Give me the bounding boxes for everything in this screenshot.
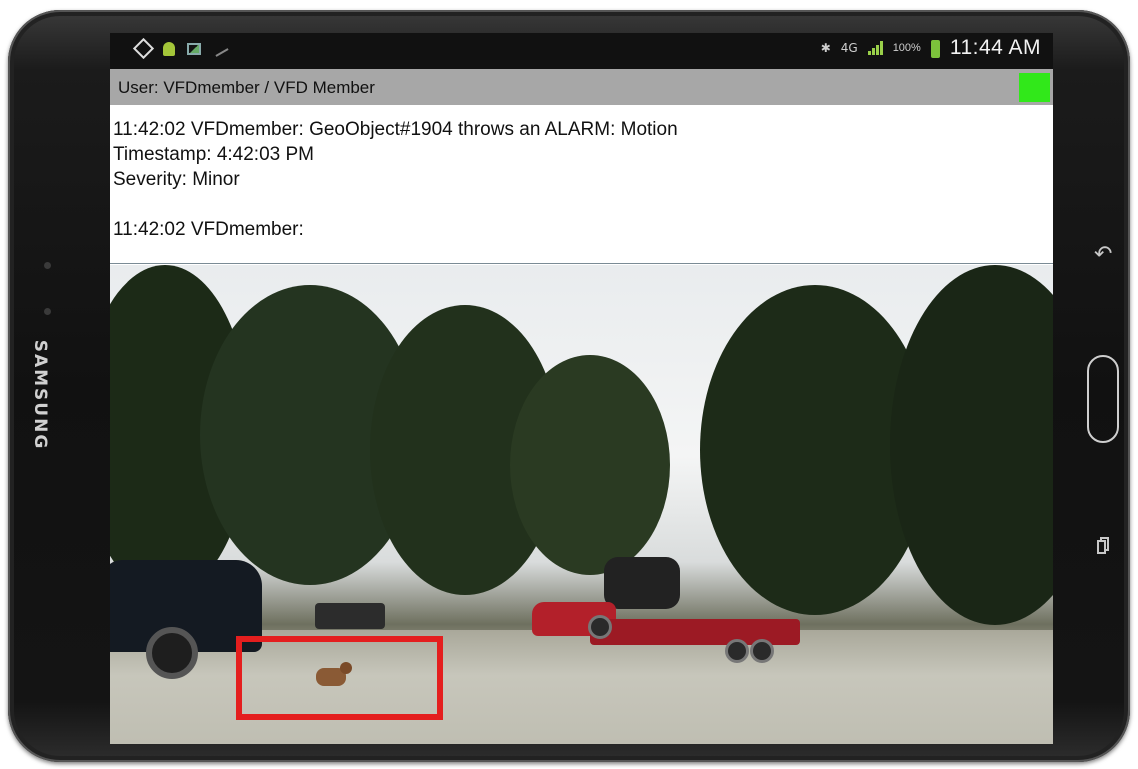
message-severity: Severity: Minor [113, 169, 240, 190]
trailer-wheel [725, 639, 749, 663]
camera-snapshot-image[interactable] [110, 265, 1053, 744]
message-line: 11:42:02 VFDmember: GeoObject#1904 throw… [113, 119, 678, 140]
status-time: 11:44 AM [949, 36, 1041, 59]
screen: ✱ 4G 100% 11:44 AM User: VFDmember / VFD… [110, 33, 1053, 744]
motion-detection-box[interactable] [236, 636, 443, 720]
message-line: 11:42:02 VFDmember: [113, 219, 304, 240]
tree [510, 355, 670, 575]
message-timestamp: Timestamp: 4:42:03 PM [113, 144, 314, 165]
suv-wheel [146, 627, 198, 679]
user-label: User: VFDmember / VFD Member [118, 78, 375, 97]
network-icon: 4G [840, 41, 858, 55]
battery-icon [930, 40, 940, 58]
brand-logo: SAMSUNG [30, 339, 50, 451]
user-bar: User: VFDmember / VFD Member [110, 69, 1053, 105]
android-icon [163, 41, 175, 56]
location-diamond-icon [132, 37, 155, 60]
alarm-message-log[interactable]: 11:42:02 VFDmember: GeoObject#1904 throw… [110, 105, 1053, 264]
back-key-icon[interactable]: ↶ [1094, 242, 1112, 267]
sensor-dot [44, 262, 51, 269]
gallery-icon [187, 42, 201, 55]
satellite-icon [211, 40, 229, 57]
signal-icon [867, 41, 883, 55]
tree [890, 265, 1053, 625]
water-tank [604, 557, 680, 609]
battery-percent: 100% [892, 42, 921, 54]
trailer-wheel [750, 639, 774, 663]
status-bar: ✱ 4G 100% 11:44 AM [110, 33, 1053, 69]
recent-apps-icon[interactable] [1097, 537, 1110, 555]
sensor-dot [44, 308, 51, 315]
home-button[interactable] [1087, 355, 1119, 443]
bluetooth-icon: ✱ [820, 41, 831, 55]
car-wheel [588, 615, 612, 639]
online-status-indicator[interactable] [1019, 73, 1050, 102]
dark-trailer [315, 603, 385, 629]
